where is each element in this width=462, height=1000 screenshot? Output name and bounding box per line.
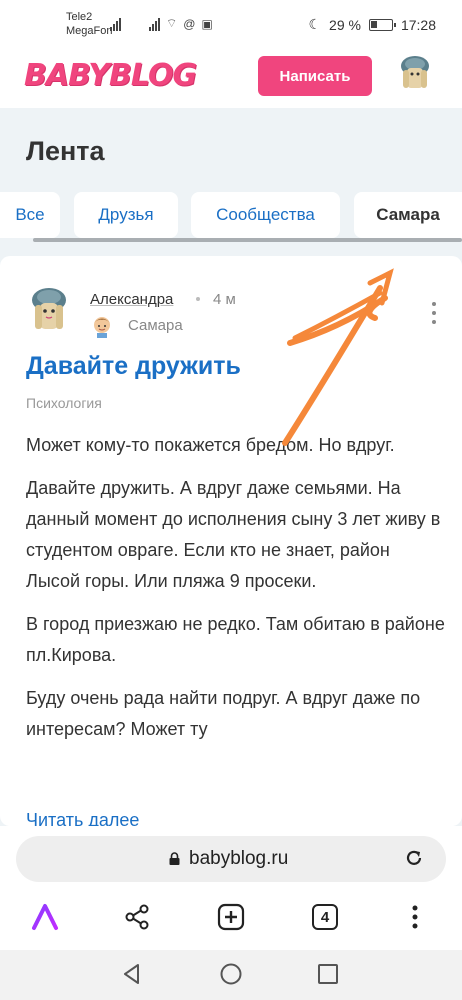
tab-friends[interactable]: Друзья bbox=[74, 192, 178, 238]
tab-all[interactable]: Все bbox=[0, 192, 60, 238]
status-bar: Tele2 MegaFon ⌔ @ ▣ ☾ 29 % 17:28 bbox=[0, 0, 462, 50]
tabs-scrollbar[interactable] bbox=[33, 238, 462, 242]
post-author[interactable]: Александра bbox=[90, 291, 173, 308]
post-time: 4 м bbox=[213, 291, 236, 308]
clock: 17:28 bbox=[400, 16, 436, 33]
tabs-count: 4 bbox=[312, 904, 338, 930]
tabs-counter-button[interactable]: 4 bbox=[310, 902, 340, 932]
post-community[interactable]: Самара bbox=[128, 317, 183, 334]
post-paragraph: Давайте дружить. А вдруг даже семьями. Н… bbox=[26, 478, 441, 591]
post-card: Александра 4 м Самара Давайте дружить Пс… bbox=[0, 256, 462, 826]
community-icon bbox=[94, 317, 110, 338]
notification-icon: ▣ bbox=[201, 16, 213, 31]
menu-icon[interactable] bbox=[400, 902, 430, 932]
system-navigation-bar bbox=[0, 950, 462, 1000]
post-body: Может кому-то покажется бредом. Но вдруг… bbox=[26, 430, 446, 757]
carrier-1: Tele2 bbox=[66, 11, 93, 23]
post-paragraph: Буду очень рада найти подруг. А вдруг да… bbox=[26, 688, 421, 739]
browser-address-area: babyblog.ru bbox=[0, 826, 462, 894]
alice-assistant-icon[interactable] bbox=[30, 902, 60, 932]
carrier-2: MegaFon bbox=[66, 25, 113, 37]
tab-communities[interactable]: Сообщества bbox=[191, 192, 340, 238]
status-right: ☾ 29 % 17:28 bbox=[308, 16, 436, 33]
site-header: BABYBLOG Написать bbox=[0, 50, 462, 108]
carrier-names: Tele2 MegaFon bbox=[66, 10, 112, 38]
read-more-link[interactable]: Читать далее bbox=[26, 810, 139, 826]
share-icon[interactable] bbox=[122, 902, 152, 932]
home-icon[interactable] bbox=[219, 962, 243, 986]
address-bar[interactable]: babyblog.ru bbox=[16, 836, 446, 882]
at-icon: @ bbox=[183, 16, 196, 31]
tab-samara[interactable]: Самара bbox=[354, 192, 462, 238]
post-title[interactable]: Давайте дружить bbox=[26, 352, 241, 381]
feed-tabs: Все Друзья Сообщества Самара bbox=[0, 192, 462, 242]
more-options-icon[interactable] bbox=[424, 302, 444, 326]
recents-icon[interactable] bbox=[316, 962, 340, 986]
post-paragraph: Может кому-то покажется бредом. Но вдруг… bbox=[26, 435, 395, 455]
browser-bottom-bar: 4 bbox=[0, 894, 462, 950]
post-category[interactable]: Психология bbox=[26, 395, 102, 411]
author-avatar[interactable] bbox=[30, 286, 68, 336]
back-icon[interactable] bbox=[120, 962, 144, 986]
battery-icon bbox=[368, 18, 396, 31]
lock-icon bbox=[169, 852, 180, 865]
wifi-icon: ⌔ bbox=[166, 16, 178, 30]
separator-dot bbox=[196, 297, 200, 301]
signal-icon bbox=[110, 17, 121, 31]
new-tab-icon[interactable] bbox=[216, 902, 246, 932]
user-avatar[interactable] bbox=[398, 54, 432, 92]
signal-icon-2 bbox=[149, 17, 160, 31]
feed-title: Лента bbox=[26, 136, 105, 166]
url-text[interactable]: babyblog.ru bbox=[189, 848, 288, 870]
post-paragraph: В город приезжаю не редко. Там обитаю в … bbox=[26, 614, 445, 665]
moon-icon: ☾ bbox=[308, 16, 322, 32]
battery-percent: 29 % bbox=[329, 16, 361, 33]
site-logo[interactable]: BABYBLOG bbox=[24, 58, 197, 93]
reload-icon[interactable] bbox=[404, 848, 424, 868]
status-icons: ⌔ @ ▣ bbox=[110, 16, 213, 31]
write-button[interactable]: Написать bbox=[258, 56, 372, 96]
